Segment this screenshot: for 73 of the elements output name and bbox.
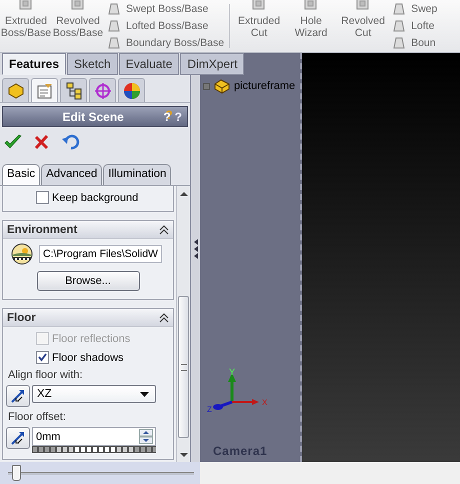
property-manager-tab[interactable] xyxy=(31,78,58,102)
checkbox-option[interactable]: Floor shadows xyxy=(36,350,170,365)
tree-item[interactable]: pictureframe xyxy=(203,78,296,94)
dropdown[interactable]: XZ xyxy=(32,385,156,403)
close-icon[interactable] xyxy=(34,134,50,150)
tree-icon xyxy=(64,82,82,100)
undo-arrow-icon[interactable] xyxy=(62,134,80,150)
toolbar-button[interactable]: Boun xyxy=(391,35,438,50)
check-icon xyxy=(37,352,48,363)
feature-icon xyxy=(391,34,408,50)
feature-icon xyxy=(391,0,408,16)
slider-thumb[interactable] xyxy=(12,465,21,481)
toolbar-button[interactable]: Lofte xyxy=(391,18,438,33)
part-icon xyxy=(6,82,24,100)
feature-tree-tab[interactable] xyxy=(2,78,29,102)
toolbar-button[interactable]: Boundary Boss/Base xyxy=(106,35,224,50)
toolbar-button[interactable]: Lofted Boss/Base xyxy=(106,18,224,33)
crosshair-icon xyxy=(94,82,112,100)
group-header[interactable]: Environment xyxy=(3,221,173,239)
direction-button[interactable] xyxy=(6,427,30,449)
whats-new-button[interactable]: ? xyxy=(163,110,171,124)
panel-tab[interactable]: Basic xyxy=(2,164,40,185)
color-wheel-icon xyxy=(122,82,140,100)
collapse-chevron-icon[interactable] xyxy=(159,224,169,234)
environment-ball-icon xyxy=(11,243,33,265)
spin-arrows-icon[interactable] xyxy=(139,429,153,444)
part-icon xyxy=(213,78,231,94)
panel-tab[interactable]: Illumination xyxy=(103,164,172,185)
feature-icon xyxy=(106,18,122,34)
command-tab[interactable]: Evaluate xyxy=(118,53,180,75)
collapse-chevron-icon[interactable] xyxy=(159,312,169,322)
appearance-tab[interactable] xyxy=(118,78,145,102)
dropdown-arrow-icon xyxy=(140,392,149,396)
panel-tab[interactable]: Advanced xyxy=(41,164,102,185)
file-path-field[interactable]: C:\Program Files\SolidW xyxy=(39,245,162,263)
number-field[interactable]: 0mm xyxy=(32,427,156,446)
feature-icon xyxy=(106,0,122,16)
toolbar-button[interactable]: Extruded Boss/Base xyxy=(0,0,52,52)
arrow-icon xyxy=(10,430,26,446)
property-sheet-icon xyxy=(36,82,54,100)
group-header[interactable]: Floor xyxy=(3,309,173,327)
vertical-scrollbar[interactable] xyxy=(176,186,190,462)
toolbar-button[interactable]: Extruded Cut xyxy=(233,0,286,52)
view-label: Camera1 xyxy=(213,444,268,458)
part-name: pictureframe xyxy=(234,80,296,92)
checkbox-option[interactable]: Keep background xyxy=(36,190,170,205)
scroll-up-icon[interactable] xyxy=(180,191,188,196)
toolbar-button[interactable]: Swep xyxy=(391,1,438,16)
command-tab[interactable]: Sketch xyxy=(67,53,118,75)
configuration-tab[interactable] xyxy=(60,78,87,102)
thumbwheel[interactable] xyxy=(32,446,156,453)
group-title: Floor xyxy=(7,312,36,324)
command-tab[interactable]: DimXpert xyxy=(180,53,244,75)
arrow-icon xyxy=(10,388,26,404)
feature-icon xyxy=(106,34,122,50)
command-tab[interactable]: Features xyxy=(2,53,66,75)
group-title: Environment xyxy=(7,224,78,236)
direction-button[interactable] xyxy=(6,385,30,407)
field-label: Floor offset: xyxy=(7,411,67,423)
toolbar-button[interactable]: Revolved Cut xyxy=(337,0,390,52)
scroll-down-icon[interactable] xyxy=(180,453,188,458)
field-label: Align floor with: xyxy=(7,369,84,381)
toolbar-button[interactable]: Revolved Boss/Base xyxy=(52,0,104,52)
toolbar-button[interactable]: Swept Boss/Base xyxy=(106,1,224,16)
scrollbar-thumb[interactable] xyxy=(178,296,189,438)
splitter-arrows-icon[interactable] xyxy=(192,238,198,260)
ok-check-icon[interactable] xyxy=(4,134,22,150)
help-button[interactable]: ? xyxy=(174,110,182,124)
panel-title: Edit Scene xyxy=(61,110,125,124)
axis-triad-drawing: Y X Z xyxy=(206,368,286,418)
feature-icon xyxy=(391,18,408,34)
browse-button[interactable]: Browse... xyxy=(36,271,140,291)
toolbar-button[interactable]: Hole Wizard xyxy=(285,0,338,52)
